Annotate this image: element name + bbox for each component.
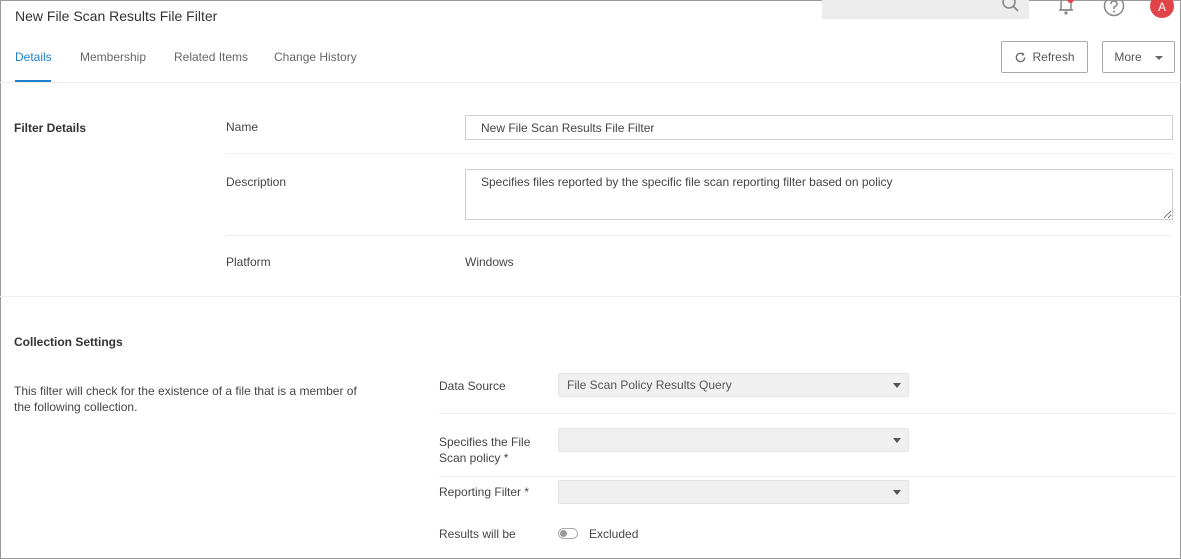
chevron-down-icon (1154, 56, 1163, 60)
more-button[interactable]: More (1102, 41, 1175, 73)
refresh-button[interactable]: Refresh (1001, 41, 1088, 73)
refresh-label: Refresh (1032, 50, 1075, 64)
tab-change-history[interactable]: Change History (274, 50, 357, 82)
global-search-input[interactable] (822, 0, 1029, 19)
section-divider (0, 296, 1181, 297)
description-label: Description (226, 175, 287, 189)
dropdown-arrow-icon (893, 490, 901, 495)
dropdown-arrow-icon (893, 383, 901, 388)
row-divider (226, 235, 1173, 236)
tab-related-items[interactable]: Related Items (174, 50, 248, 82)
avatar[interactable]: A (1150, 0, 1174, 18)
toggle-knob (560, 530, 567, 537)
collection-help-text: This filter will check for the existence… (14, 384, 357, 414)
reporting-filter-select[interactable] (558, 480, 909, 504)
results-label: Results will be (439, 527, 516, 541)
tab-details[interactable]: Details (15, 50, 52, 82)
platform-label: Platform (226, 255, 271, 269)
bell-icon[interactable] (1055, 0, 1077, 19)
page-title: New File Scan Results File Filter (15, 8, 218, 24)
reporting-filter-label: Reporting Filter * (439, 485, 530, 499)
name-input[interactable] (465, 115, 1173, 140)
results-toggle[interactable] (558, 528, 578, 539)
platform-value: Windows (465, 255, 514, 269)
help-icon[interactable] (1102, 0, 1126, 21)
row-divider (439, 413, 1175, 414)
more-label: More (1114, 50, 1142, 64)
tab-membership[interactable]: Membership (80, 50, 146, 82)
tabs-divider (0, 82, 1181, 83)
filter-details-heading: Filter Details (14, 121, 87, 135)
row-divider (226, 153, 1173, 154)
name-label: Name (226, 120, 259, 134)
search-icon[interactable] (1001, 0, 1021, 17)
dropdown-arrow-icon (893, 438, 901, 443)
collection-settings-heading: Collection Settings (14, 335, 123, 349)
policy-label: Specifies the File Scan policy * (439, 435, 531, 465)
data-source-label: Data Source (439, 379, 506, 393)
data-source-select[interactable]: File Scan Policy Results Query (558, 373, 909, 397)
refresh-icon (1016, 51, 1026, 62)
row-divider (439, 476, 1175, 477)
description-textarea[interactable]: Specifies files reported by the specific… (465, 169, 1173, 220)
results-value: Excluded (589, 527, 639, 541)
policy-select[interactable] (558, 428, 909, 452)
data-source-selected: File Scan Policy Results Query (567, 378, 732, 392)
